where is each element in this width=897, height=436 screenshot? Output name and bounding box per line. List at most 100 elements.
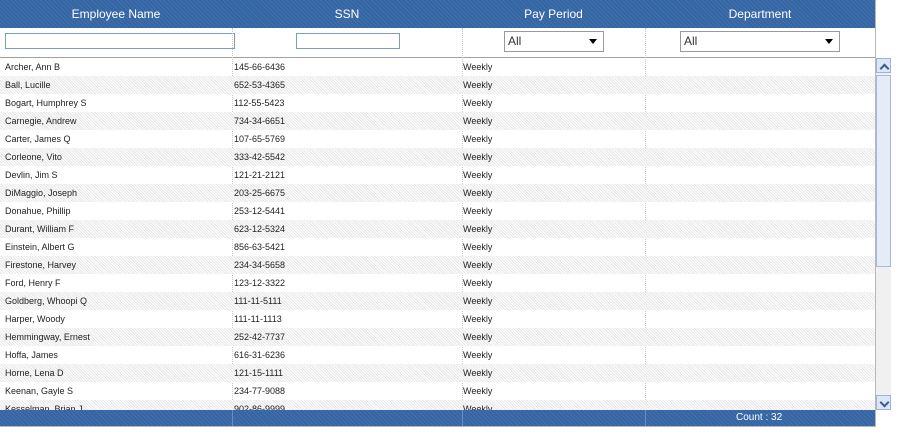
ssn-cell: 333-42-5542 (234, 152, 286, 162)
column-header-department[interactable]: Department (645, 0, 875, 28)
table-row[interactable]: Bogart, Humphrey S 112-55-5423 Weekly (0, 94, 875, 112)
employee-name-cell: DiMaggio, Joseph (5, 188, 78, 198)
ssn-cell: 234-77-9088 (234, 386, 286, 396)
ssn-cell: 734-34-6651 (234, 116, 286, 126)
table-row[interactable]: Goldberg, Whoopi Q 111-11-5111 Weekly (0, 292, 875, 310)
employee-name-cell: Bogart, Humphrey S (5, 98, 87, 108)
scrollbar-thumb[interactable] (876, 75, 891, 267)
table-row[interactable]: Carter, James Q 107-65-5769 Weekly (0, 130, 875, 148)
footer-divider (232, 410, 233, 426)
column-header-pay-period[interactable]: Pay Period (462, 0, 645, 28)
employee-name-cell: Kesselman, Brian J (5, 404, 83, 410)
pay-period-filter-select[interactable]: All (504, 31, 604, 52)
pay-period-cell: Weekly (463, 116, 493, 126)
employee-grid: Employee Name SSN Pay Period Department … (0, 0, 876, 427)
pay-period-cell: Weekly (463, 332, 493, 342)
grid-footer: Count : 32 (0, 410, 875, 426)
ssn-cell: 107-65-5769 (234, 134, 286, 144)
employee-name-cell: Einstein, Albert G (5, 242, 75, 252)
ssn-cell: 121-15-1111 (234, 368, 284, 378)
table-row[interactable]: Archer, Ann B 145-66-6436 Weekly (0, 58, 875, 76)
pay-period-cell: Weekly (463, 404, 493, 410)
pay-period-cell: Weekly (463, 242, 493, 252)
table-row[interactable]: Donahue, Phillip 253-12-5441 Weekly (0, 202, 875, 220)
pay-period-cell: Weekly (463, 260, 493, 270)
column-header-employee-name[interactable]: Employee Name (0, 0, 232, 28)
ssn-cell: 902-86-9999 (234, 404, 286, 410)
employee-name-cell: Harper, Woody (5, 314, 65, 324)
pay-period-cell: Weekly (463, 368, 493, 378)
chevron-up-icon (879, 63, 890, 74)
scroll-down-button[interactable] (876, 395, 891, 410)
employee-name-cell: Horne, Lena D (5, 368, 64, 378)
ssn-cell: 856-63-5421 (234, 242, 286, 252)
column-header-ssn[interactable]: SSN (232, 0, 462, 28)
table-row[interactable]: Firestone, Harvey 234-34-5658 Weekly (0, 256, 875, 274)
employee-name-filter-input[interactable] (5, 33, 235, 49)
employee-name-cell: Carter, James Q (5, 134, 71, 144)
footer-divider (645, 410, 646, 426)
chevron-down-icon (825, 39, 833, 44)
employee-name-cell: Archer, Ann B (5, 62, 61, 72)
pay-period-cell: Weekly (463, 98, 493, 108)
employee-name-cell: Goldberg, Whoopi Q (5, 296, 88, 306)
department-filter-select[interactable]: All (680, 31, 840, 52)
pay-period-cell: Weekly (463, 62, 493, 72)
table-row[interactable]: Carnegie, Andrew 734-34-6651 Weekly (0, 112, 875, 130)
ssn-cell: 123-12-3322 (234, 278, 286, 288)
pay-period-cell: Weekly (463, 152, 493, 162)
table-row[interactable]: DiMaggio, Joseph 203-25-6675 Weekly (0, 184, 875, 202)
ssn-cell: 652-53-4365 (234, 80, 286, 90)
employee-name-cell: Durant, William F (5, 224, 75, 234)
scroll-up-button[interactable] (876, 58, 891, 74)
table-row[interactable]: Horne, Lena D 121-15-1111 Weekly (0, 364, 875, 382)
pay-period-cell: Weekly (463, 170, 493, 180)
employee-name-cell: Devlin, Jim S (5, 170, 58, 180)
pay-period-cell: Weekly (463, 206, 493, 216)
table-row[interactable]: Ford, Henry F 123-12-3322 Weekly (0, 274, 875, 292)
table-row[interactable]: Keenan, Gayle S 234-77-9088 Weekly (0, 382, 875, 400)
pay-period-cell: Weekly (463, 296, 493, 306)
ssn-cell: 253-12-5441 (234, 206, 286, 216)
ssn-cell: 203-25-6675 (234, 188, 286, 198)
ssn-cell: 145-66-6436 (234, 62, 286, 72)
ssn-cell: 111-11-5111 (234, 296, 282, 306)
ssn-cell: 623-12-5324 (234, 224, 286, 234)
employee-name-cell: Keenan, Gayle S (5, 386, 74, 396)
ssn-filter-input[interactable] (296, 33, 400, 49)
pay-period-cell: Weekly (463, 278, 493, 288)
table-row[interactable]: Einstein, Albert G 856-63-5421 Weekly (0, 238, 875, 256)
grid-header: Employee Name SSN Pay Period Department (0, 0, 875, 28)
ssn-cell: 112-55-5423 (234, 98, 285, 108)
ssn-cell: 121-21-2121 (234, 170, 286, 180)
table-row[interactable]: Hemmingway, Ernest 252-42-7737 Weekly (0, 328, 875, 346)
table-row[interactable]: Ball, Lucille 652-53-4365 Weekly (0, 76, 875, 94)
footer-divider (462, 410, 463, 426)
pay-period-cell: Weekly (463, 314, 493, 324)
table-row[interactable]: Durant, William F 623-12-5324 Weekly (0, 220, 875, 238)
ssn-cell: 234-34-5658 (234, 260, 286, 270)
grid-body: Archer, Ann B 145-66-6436 Weekly Ball, Luci… (0, 58, 875, 410)
vertical-scrollbar[interactable] (876, 58, 891, 410)
employee-name-cell: Firestone, Harvey (5, 260, 77, 270)
table-row[interactable]: Harper, Woody 111-11-1113 Weekly (0, 310, 875, 328)
employee-name-cell: Corleone, Vito (5, 152, 62, 162)
employee-name-cell: Hemmingway, Ernest (5, 332, 90, 342)
ssn-cell: 616-31-6236 (234, 350, 286, 360)
table-row[interactable]: Kesselman, Brian J 902-86-9999 Weekly (0, 400, 875, 410)
employee-name-cell: Ford, Henry F (5, 278, 61, 288)
pay-period-cell: Weekly (463, 224, 493, 234)
department-filter-value: All (684, 34, 698, 48)
chevron-down-icon (589, 39, 597, 44)
pay-period-cell: Weekly (463, 386, 493, 396)
employee-name-cell: Hoffa, James (5, 350, 58, 360)
filter-row: All All (0, 28, 875, 58)
table-row[interactable]: Corleone, Vito 333-42-5542 Weekly (0, 148, 875, 166)
employee-name-cell: Ball, Lucille (5, 80, 51, 90)
table-row[interactable]: Hoffa, James 616-31-6236 Weekly (0, 346, 875, 364)
pay-period-cell: Weekly (463, 134, 493, 144)
pay-period-cell: Weekly (463, 80, 493, 90)
table-row[interactable]: Devlin, Jim S 121-21-2121 Weekly (0, 166, 875, 184)
pay-period-cell: Weekly (463, 188, 493, 198)
pay-period-filter-value: All (508, 34, 522, 48)
